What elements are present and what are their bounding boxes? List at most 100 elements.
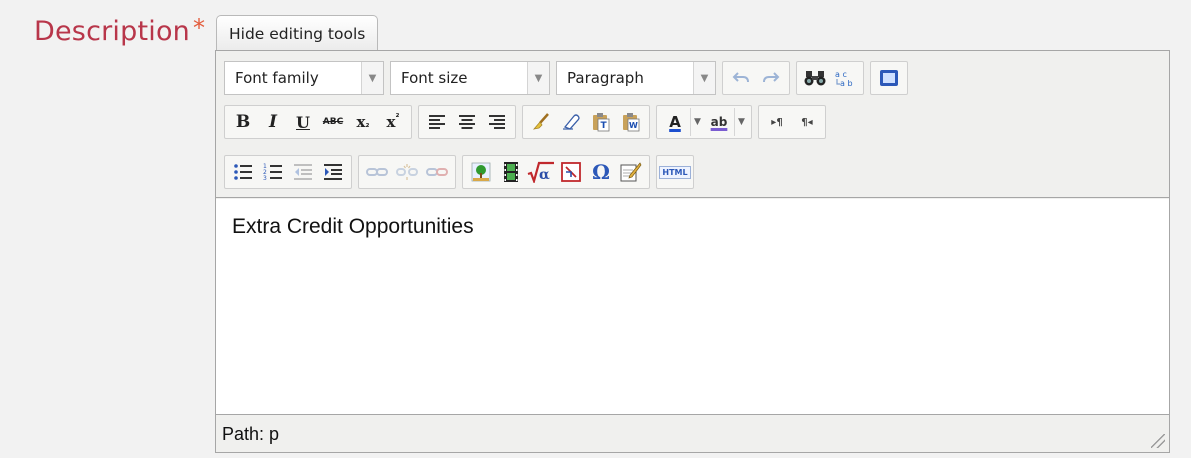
editor-content[interactable]: Extra Credit Opportunities (216, 199, 1169, 415)
font-family-value: Font family (235, 69, 319, 87)
unlink-button[interactable] (392, 158, 422, 186)
insert-link-button[interactable] (362, 158, 392, 186)
ltr-button[interactable]: ▸¶ (762, 108, 792, 136)
italic-icon: I (269, 112, 277, 132)
hide-editing-tools-button[interactable]: Hide editing tools (216, 15, 379, 51)
image-tree-icon (471, 162, 491, 182)
format-select[interactable]: Paragraph ▼ (556, 61, 716, 95)
history-group (722, 61, 790, 95)
superscript-base: x (386, 113, 396, 131)
underline-icon: U (296, 112, 310, 132)
insert-image-button[interactable] (466, 158, 496, 186)
html-source-button[interactable]: HTML (659, 158, 691, 186)
svg-text:a c: a c (835, 70, 847, 79)
chevron-down-icon: ▼ (527, 62, 549, 94)
nonbreaking-space-button[interactable] (556, 158, 586, 186)
unlink-icon (396, 164, 418, 180)
binoculars-icon (804, 71, 826, 86)
paste-text-button[interactable]: T (586, 108, 616, 136)
numbered-list-button[interactable]: 123 (258, 158, 288, 186)
font-color-icon: A (669, 113, 681, 131)
link-group (358, 155, 456, 189)
bullet-list-button[interactable] (228, 158, 258, 186)
resize-handle-icon[interactable] (1151, 434, 1165, 448)
svg-text:W: W (629, 121, 638, 130)
color-group: A ▼ ab ▼ (656, 105, 752, 139)
outdent-button[interactable] (288, 158, 318, 186)
align-left-icon (429, 115, 445, 129)
view-group (870, 61, 908, 95)
font-size-select[interactable]: Font size ▼ (390, 61, 550, 95)
omega-icon: Ω (592, 160, 610, 184)
fullscreen-button[interactable] (874, 64, 904, 92)
highlight-dropdown-icon[interactable]: ▼ (734, 108, 748, 136)
replace-button[interactable]: a ca b (830, 64, 860, 92)
outdent-icon (294, 164, 312, 180)
chevron-down-icon: ▼ (361, 62, 383, 94)
superscript-button[interactable]: x² (378, 108, 408, 136)
undo-button[interactable] (726, 64, 756, 92)
note-pencil-icon (620, 162, 642, 182)
bullet-list-icon (234, 164, 252, 180)
subscript-icon: x₂ (357, 113, 370, 131)
nolink-icon (426, 168, 448, 176)
align-left-button[interactable] (422, 108, 452, 136)
film-strip-icon (504, 162, 518, 182)
superscript-mark: ² (395, 113, 400, 123)
remove-format-button[interactable] (556, 108, 586, 136)
superscript-icon: x² (387, 113, 400, 131)
nonbreaking-icon (561, 162, 581, 182)
align-center-icon (459, 115, 475, 129)
eraser-icon (563, 114, 580, 130)
underline-button[interactable]: U (288, 108, 318, 136)
indent-icon (324, 164, 342, 180)
rich-text-editor: Font family ▼ Font size ▼ Paragraph ▼ a … (215, 50, 1170, 453)
field-label: Description * (34, 14, 205, 47)
edit-note-button[interactable] (616, 158, 646, 186)
paste-word-icon: W (623, 113, 640, 132)
svg-text:3: 3 (263, 175, 267, 181)
insert-media-button[interactable] (496, 158, 526, 186)
font-family-select[interactable]: Font family ▼ (224, 61, 384, 95)
align-center-button[interactable] (452, 108, 482, 136)
font-color-dropdown-icon[interactable]: ▼ (690, 108, 704, 136)
sqrt-alpha-icon: α (527, 161, 554, 183)
font-size-value: Font size (401, 69, 468, 87)
anchor-link-button[interactable] (422, 158, 452, 186)
replace-icon: a ca b (835, 70, 853, 88)
subscript-button[interactable]: x₂ (348, 108, 378, 136)
indent-button[interactable] (318, 158, 348, 186)
format-value: Paragraph (567, 69, 644, 87)
cleanup-button[interactable] (526, 108, 556, 136)
element-path: Path: p (222, 423, 280, 444)
align-group (418, 105, 516, 139)
highlight-color-button[interactable]: ab (704, 108, 734, 136)
numbered-list-icon: 123 (263, 163, 282, 181)
special-char-button[interactable]: Ω (586, 158, 616, 186)
svg-text:a b: a b (840, 79, 853, 88)
redo-button[interactable] (756, 64, 786, 92)
hide-editing-tools-label: Hide editing tools (229, 24, 366, 43)
subscript-mark: ₂ (365, 120, 370, 130)
undo-icon (732, 72, 749, 83)
direction-group: ▸¶ ¶◂ (758, 105, 826, 139)
editor-paragraph[interactable]: Extra Credit Opportunities (232, 215, 474, 239)
text-style-group: B I U ABC x₂ x² (224, 105, 412, 139)
search-group: a ca b (796, 61, 864, 95)
editor-statusbar: Path: p (216, 416, 1169, 452)
strikethrough-button[interactable]: ABC (318, 108, 348, 136)
list-group: 123 (224, 155, 352, 189)
paste-word-button[interactable]: W (616, 108, 646, 136)
fullscreen-icon (880, 70, 898, 86)
rtl-button[interactable]: ¶◂ (792, 108, 822, 136)
equation-editor-button[interactable]: α (526, 158, 556, 186)
required-marker: * (192, 14, 206, 42)
svg-text:T: T (601, 121, 608, 131)
align-right-button[interactable] (482, 108, 512, 136)
italic-button[interactable]: I (258, 108, 288, 136)
font-color-button[interactable]: A (660, 108, 690, 136)
field-label-text: Description (34, 16, 190, 47)
bold-button[interactable]: B (228, 108, 258, 136)
redo-icon (763, 72, 780, 83)
search-button[interactable] (800, 64, 830, 92)
